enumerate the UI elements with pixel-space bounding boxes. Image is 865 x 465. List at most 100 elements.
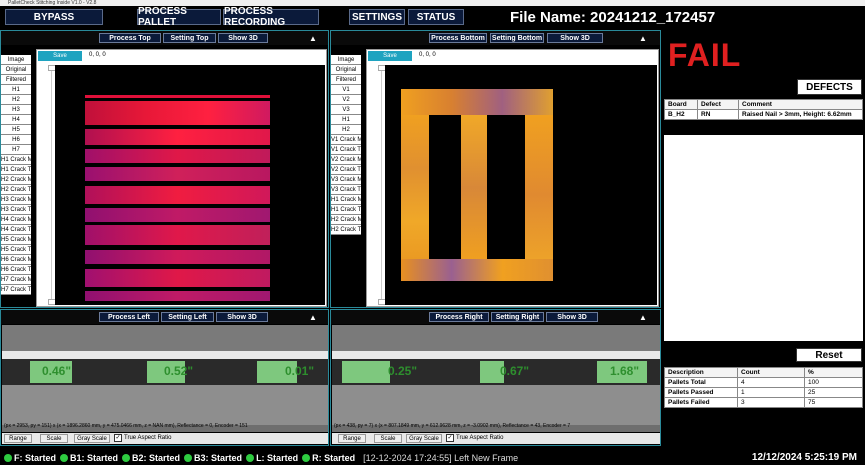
defects-table: Board Defect Comment B_H2 RN Raised Nail… [664,99,863,120]
layer-item[interactable]: H3 Crack M [1,195,31,205]
settings-button[interactable]: SETTINGS [349,9,405,25]
layer-item[interactable]: H2 Crack M [1,175,31,185]
board-cell: B_H2 [664,109,698,120]
layer-item[interactable]: H2 Crack T [331,225,361,235]
layer-item[interactable]: H2 [1,95,31,105]
bottom-image-viewer[interactable]: Save 0, 0, 0 [366,49,659,307]
layer-item[interactable]: H1 Crack T [331,205,361,215]
count-cell: 4 [737,377,805,388]
desc-cell: Pallets Total [664,377,738,388]
status-led-icon [60,454,69,463]
left-side-image[interactable]: 0.46" 0.52" 0.01" (px = 2953, py = 151) … [2,325,328,432]
layer-item[interactable]: H5 Crack M [1,235,31,245]
layer-item[interactable]: Image [1,55,31,65]
stats-table: Description Count % Pallets Total 4 100 … [664,367,863,408]
layer-item[interactable]: V2 [331,95,361,105]
height-value-3: 0.01" [285,364,315,378]
setting-top-button[interactable]: Setting Top [163,33,216,43]
layer-item[interactable]: Image [331,55,361,65]
layer-item[interactable]: H1 Crack M [331,195,361,205]
collapse-arrow-icon[interactable]: ▲ [309,34,317,43]
window-title: PalletCheck Stitching Inside V1.0 - V2.8 [0,0,865,6]
layer-item[interactable]: H6 [1,135,31,145]
show-3d-right-button[interactable]: Show 3D [546,312,598,322]
true-aspect-checkbox[interactable]: ✓ True Aspect Ratio [114,434,171,442]
layer-item[interactable]: V1 Crack M [331,135,361,145]
layer-item[interactable]: H4 Crack T [1,225,31,235]
process-pallet-button[interactable]: PROCESS PALLET [137,6,221,28]
show-3d-top-button[interactable]: Show 3D [218,33,268,43]
collapse-arrow-icon[interactable]: ▲ [639,34,647,43]
collapse-arrow-icon[interactable]: ▲ [309,313,317,322]
layer-item[interactable]: H1 [1,85,31,95]
layer-item[interactable]: H1 Crack M [1,155,31,165]
save-tab[interactable]: Save [368,51,412,61]
layer-item[interactable]: Original [331,65,361,75]
scale-button[interactable]: Scale [40,434,68,443]
bypass-button[interactable]: BYPASS [5,9,103,25]
bottom-layer-list: Image Original Filtered V1 V2 V3 H1 H2 V1 Crack … [331,55,361,235]
collapse-arrow-icon[interactable]: ▲ [639,313,647,322]
layer-item[interactable]: V3 Crack M [331,175,361,185]
layer-item[interactable]: V3 [331,105,361,115]
left-view-panel: Process Left Setting Left Show 3D ▲ 0.46… [0,309,329,446]
status-led-icon [122,454,131,463]
right-side-image[interactable]: 0.25" 0.67" 1.68" (px = 438, py = 7) x (… [332,325,660,432]
layer-item[interactable]: Filtered [1,75,31,85]
layer-item[interactable]: Original [1,65,31,75]
layer-item[interactable]: H5 Crack T [1,245,31,255]
setting-bottom-button[interactable]: Setting Bottom [490,33,544,43]
layer-item[interactable]: H2 Crack M [331,215,361,225]
process-top-button[interactable]: Process Top [99,33,161,43]
layer-item[interactable]: V1 Crack T [331,145,361,155]
layer-item[interactable]: H7 Crack M [1,275,31,285]
pct-cell: 25 [804,387,863,398]
status-message: [12-12-2024 17:24:55] Left New Frame [363,452,519,463]
cursor-coordinate: 0, 0, 0 [89,52,106,58]
process-left-button[interactable]: Process Left [99,312,159,322]
show-3d-bottom-button[interactable]: Show 3D [547,33,603,43]
layer-item[interactable]: H3 Crack T [1,205,31,215]
scale-button[interactable]: Scale [374,434,402,443]
table-row[interactable]: B_H2 RN Raised Nail > 3mm, Height: 6.62m… [664,109,863,120]
show-3d-left-button[interactable]: Show 3D [216,312,268,322]
layer-item[interactable]: H7 [1,145,31,155]
layer-item[interactable]: V2 Crack T [331,165,361,175]
top-image-viewer[interactable]: Save 0, 0, 0 [36,49,327,307]
layer-item[interactable]: H6 Crack M [1,255,31,265]
layer-item[interactable]: H5 [1,125,31,135]
height-value-1: 0.25" [388,364,418,378]
right-view-panel: Process Right Setting Right Show 3D ▲ 0.… [330,309,661,446]
layer-item[interactable]: H1 Crack T [1,165,31,175]
layer-item[interactable]: H6 Crack T [1,265,31,275]
save-tab[interactable]: Save [38,51,82,61]
defects-button[interactable]: DEFECTS [797,79,862,95]
range-button[interactable]: Range [338,434,366,443]
layer-item[interactable]: V3 Crack T [331,185,361,195]
layer-item[interactable]: H7 Crack T [1,285,31,295]
bottom-panel-header: Process Bottom Setting Bottom Show 3D ▲ [331,31,660,45]
layer-item[interactable]: H2 [331,125,361,135]
gray-scale-select[interactable]: Gray Scale [406,434,442,443]
table-row: Pallets Failed 3 75 [664,397,863,408]
layer-item[interactable]: H4 [1,115,31,125]
process-bottom-button[interactable]: Process Bottom [429,33,487,43]
layer-item[interactable]: V2 Crack M [331,155,361,165]
setting-right-button[interactable]: Setting Right [491,312,544,322]
range-button[interactable]: Range [4,434,32,443]
layer-item[interactable]: H1 [331,115,361,125]
process-recording-button[interactable]: PROCESS RECORDING [223,6,319,28]
status-led-icon [246,454,255,463]
status-button[interactable]: STATUS [408,9,464,25]
gray-scale-select[interactable]: Gray Scale [74,434,110,443]
true-aspect-checkbox[interactable]: ✓ True Aspect Ratio [446,434,503,442]
reset-button[interactable]: Reset [796,348,862,362]
layer-item[interactable]: H2 Crack T [1,185,31,195]
process-right-button[interactable]: Process Right [429,312,489,322]
layer-item[interactable]: V1 [331,85,361,95]
layer-item[interactable]: H3 [1,105,31,115]
status-led-icon [184,454,193,463]
layer-item[interactable]: H4 Crack M [1,215,31,225]
setting-left-button[interactable]: Setting Left [161,312,214,322]
layer-item[interactable]: Filtered [331,75,361,85]
